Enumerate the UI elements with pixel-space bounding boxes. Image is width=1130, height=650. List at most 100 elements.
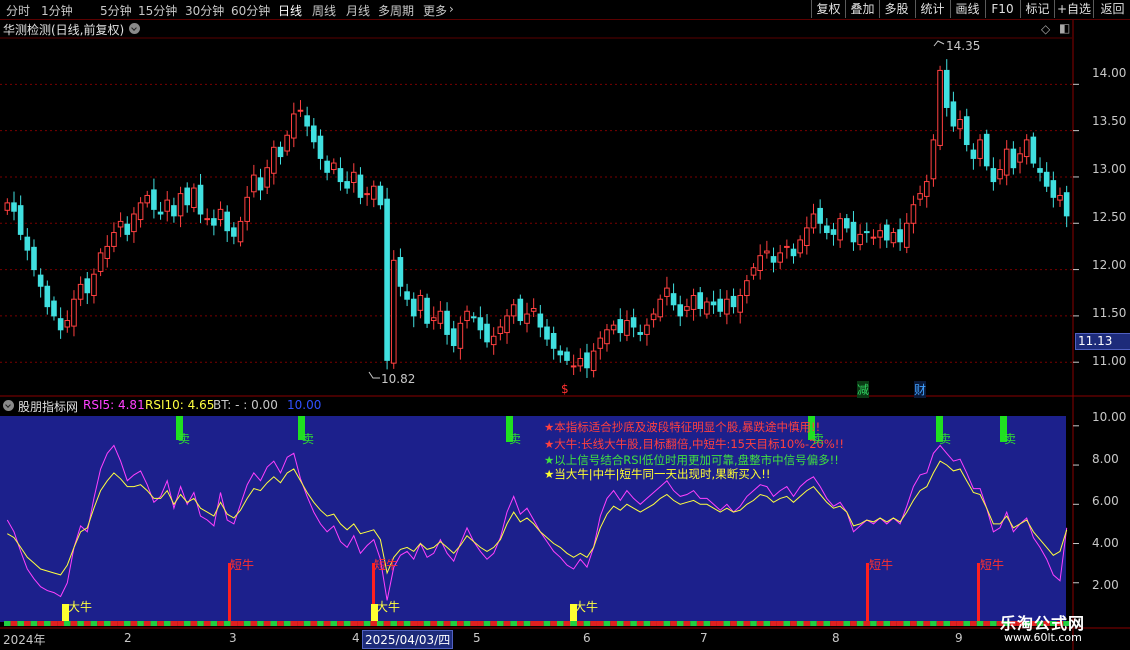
trend-ribbon-cell	[543, 621, 551, 626]
trend-ribbon-cell	[190, 621, 198, 626]
candle-body	[530, 307, 537, 312]
candle-body	[897, 229, 903, 243]
trend-ribbon-cell	[830, 621, 837, 626]
candle-body	[970, 149, 977, 159]
trend-ribbon-cell	[237, 621, 244, 626]
trend-ribbon-cell	[803, 621, 811, 626]
trend-ribbon-cell	[30, 621, 38, 626]
candle-body	[57, 318, 64, 331]
trend-ribbon-cell	[656, 621, 664, 626]
candle-body	[1050, 180, 1057, 198]
rsi5-value: RSI5: 4.81	[83, 398, 145, 412]
candle-body	[797, 239, 803, 254]
trend-ribbon-cell	[357, 621, 364, 626]
candle-body	[464, 310, 470, 322]
trend-ribbon-cell	[723, 621, 731, 626]
candle-body	[264, 167, 270, 188]
panel-toggle-icon[interactable]: ◧	[1059, 21, 1070, 35]
bt-value: BT: - : 0.00	[213, 398, 278, 412]
candle-body	[231, 227, 237, 237]
candle-body	[597, 337, 604, 349]
candle-body	[337, 168, 344, 183]
candle-body	[790, 248, 797, 257]
candle-body	[24, 236, 31, 251]
dividend-marker[interactable]: $	[561, 382, 569, 396]
candle-body	[590, 350, 597, 372]
trend-ribbon-cell	[583, 621, 591, 626]
trend-ribbon-cell	[203, 621, 211, 626]
candle-body	[111, 232, 117, 247]
price-tick: 11.00	[1092, 354, 1127, 368]
trend-ribbon-cell	[903, 621, 911, 626]
trend-ribbon-cell	[763, 621, 771, 626]
candle-body	[357, 174, 364, 198]
price-tick: 12.00	[1092, 258, 1127, 272]
candle-body	[184, 187, 191, 206]
candle-body	[983, 133, 990, 167]
trend-ribbon-cell	[663, 621, 671, 626]
big-bull-label: 大牛	[68, 600, 93, 614]
candle-body	[903, 222, 910, 248]
trend-ribbon-cell	[423, 621, 431, 626]
candle-body	[497, 326, 504, 334]
sell-signal-label: 卖	[812, 432, 825, 446]
rsi10-value: RSI10: 4.65	[145, 398, 215, 412]
trend-ribbon-cell	[576, 621, 584, 626]
trend-ribbon-cell	[510, 621, 518, 626]
title-dropdown-icon[interactable]	[129, 23, 140, 34]
financial-report-marker[interactable]: 财	[914, 381, 927, 398]
trend-ribbon-cell	[443, 621, 451, 626]
trend-ribbon-cell	[23, 621, 31, 626]
trend-ribbon-cell	[463, 621, 471, 626]
kline-chart[interactable]	[0, 0, 1130, 650]
candle-body	[637, 332, 644, 335]
sell-signal-label: 卖	[302, 432, 315, 446]
trend-ribbon-cell	[776, 621, 784, 626]
trend-ribbon-cell	[437, 621, 444, 626]
candle-body	[271, 146, 277, 174]
candle-body	[144, 194, 151, 204]
trend-ribbon-cell	[930, 621, 937, 626]
trend-ribbon-cell	[343, 621, 351, 626]
candle-body	[517, 298, 524, 322]
trend-ribbon-cell	[963, 621, 971, 626]
trend-ribbon-cell	[383, 621, 391, 626]
candle-body	[444, 310, 450, 335]
candle-body	[470, 316, 477, 319]
candle-body	[71, 298, 77, 327]
candle-body	[957, 119, 963, 130]
candle-body	[684, 306, 690, 311]
candle-body	[750, 267, 757, 276]
candle-body	[457, 322, 464, 349]
candle-body	[650, 313, 657, 321]
price-tick: 12.50	[1092, 210, 1127, 224]
trend-ribbon-cell	[630, 621, 637, 626]
trend-ribbon-cell	[263, 621, 271, 626]
candle-body	[784, 245, 790, 248]
trend-ribbon-cell	[243, 621, 251, 626]
candle-body	[1037, 168, 1043, 173]
trend-ribbon-cell	[703, 621, 711, 626]
stock-title: 华测检测(日线,前复权)	[3, 23, 125, 37]
trend-ribbon-cell	[810, 621, 817, 626]
trend-ribbon-cell	[843, 621, 851, 626]
trend-ribbon-cell	[10, 621, 18, 626]
trend-ribbon-cell	[736, 621, 744, 626]
candle-body	[550, 332, 557, 349]
reduce-holding-marker[interactable]: 减	[857, 381, 870, 398]
candle-body	[943, 69, 950, 108]
candle-body	[704, 301, 710, 315]
indicator-dropdown-icon[interactable]	[3, 400, 14, 411]
trend-ribbon-cell	[197, 621, 204, 626]
trend-ribbon-cell	[537, 621, 544, 626]
trend-ribbon-cell	[756, 621, 764, 626]
diamond-icon[interactable]: ◇	[1041, 22, 1050, 36]
low-price-label: 10.82	[381, 372, 416, 386]
trend-ribbon-cell	[150, 621, 158, 626]
indicator-tick: 4.00	[1092, 536, 1119, 550]
trend-ribbon-cell	[303, 621, 311, 626]
trend-ribbon-cell	[783, 621, 791, 626]
trend-ribbon-cell	[363, 621, 371, 626]
trend-ribbon-cell	[123, 621, 131, 626]
indicator-name: 股朋指标网	[18, 400, 79, 414]
